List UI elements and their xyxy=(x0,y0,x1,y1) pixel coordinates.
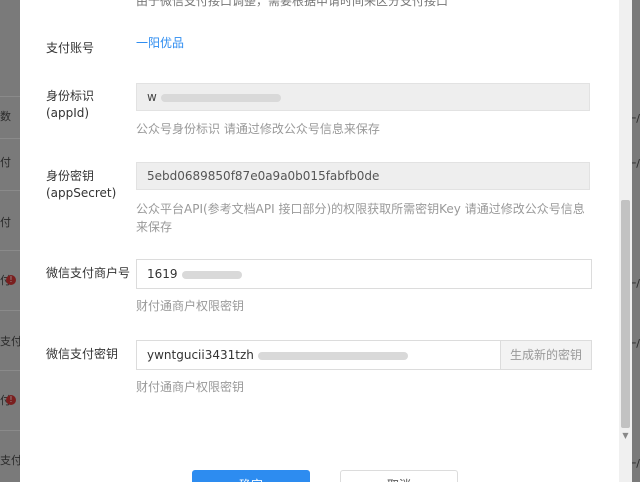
background-page-left xyxy=(0,0,20,482)
appsecret-hint-line1: 公众平台API(参考文档API 接口部分)的权限获取所需密钥Key 请通过修改公… xyxy=(136,202,585,216)
background-text: 付 xyxy=(0,156,11,169)
appsecret-label: 身份密钥 (appSecret) xyxy=(46,168,116,202)
appsecret-label-line2: (appSecret) xyxy=(46,186,117,200)
merchant-id-value: 1619 xyxy=(147,267,178,281)
background-row-divider xyxy=(0,250,20,251)
appid-label: 身份标识 (appId) xyxy=(46,88,94,122)
warning-icon: ! xyxy=(6,275,16,285)
merchant-id-label: 微信支付商户号 xyxy=(46,266,131,280)
payment-settings-modal: 由于微信支付接口调整，需要根据申请时间来区分支付接口 支付账号 一阳优品 身份标… xyxy=(20,0,632,482)
appsecret-value: 5ebd0689850f87e0a9a0b015fabfb0de xyxy=(147,169,380,183)
background-text: 支付 xyxy=(0,335,22,348)
redacted-mask xyxy=(160,93,281,102)
redacted-mask xyxy=(257,351,408,360)
background-page-right xyxy=(632,0,640,482)
generate-new-key-button[interactable]: 生成新的密钥 xyxy=(500,341,591,369)
appid-hint: 公众号身份标识 请通过修改公众号信息来保存 xyxy=(136,122,380,136)
account-value: 一阳优品 xyxy=(136,36,185,50)
background-row-divider xyxy=(0,190,20,191)
modal-scrollbar-thumb[interactable] xyxy=(621,200,630,428)
appid-label-line1: 身份标识 xyxy=(46,89,95,103)
appid-field: w xyxy=(136,83,590,111)
background-row-divider xyxy=(0,430,20,431)
pay-key-value: ywntgucii3431tzh xyxy=(147,348,254,362)
background-text: 数 xyxy=(0,110,11,123)
account-label: 支付账号 xyxy=(46,41,95,55)
appsecret-hint: 公众平台API(参考文档API 接口部分)的权限获取所需密钥Key 请通过修改公… xyxy=(136,200,585,236)
pay-key-hint: 财付通商户权限密钥 xyxy=(136,380,245,394)
warning-icon: ! xyxy=(6,395,16,405)
background-row-divider xyxy=(0,138,20,139)
merchant-id-input[interactable]: 1619 xyxy=(136,259,592,289)
background-row-divider xyxy=(0,370,20,371)
appsecret-label-line1: 身份密钥 xyxy=(46,169,95,183)
background-row-divider xyxy=(0,96,20,97)
background-text: 付 xyxy=(0,216,11,229)
cancel-button[interactable]: 取消 xyxy=(340,470,458,482)
confirm-button[interactable]: 确定 xyxy=(192,470,310,482)
appsecret-hint-line2: 来保存 xyxy=(136,220,173,234)
background-row-divider xyxy=(0,310,20,311)
appid-label-line2: (appId) xyxy=(46,106,90,120)
merchant-id-hint: 财付通商户权限密钥 xyxy=(136,299,245,313)
background-text: 支付 xyxy=(0,454,22,467)
scroll-down-arrow-icon[interactable]: ▼ xyxy=(621,432,630,440)
redacted-mask xyxy=(181,270,242,279)
appid-value: w xyxy=(147,90,157,104)
appsecret-field: 5ebd0689850f87e0a9a0b015fabfb0de xyxy=(136,162,590,190)
pay-key-label: 微信支付密钥 xyxy=(46,347,119,361)
top-note: 由于微信支付接口调整，需要根据申请时间来区分支付接口 xyxy=(136,0,449,8)
pay-key-input[interactable]: ywntgucii3431tzh 生成新的密钥 xyxy=(136,340,592,370)
